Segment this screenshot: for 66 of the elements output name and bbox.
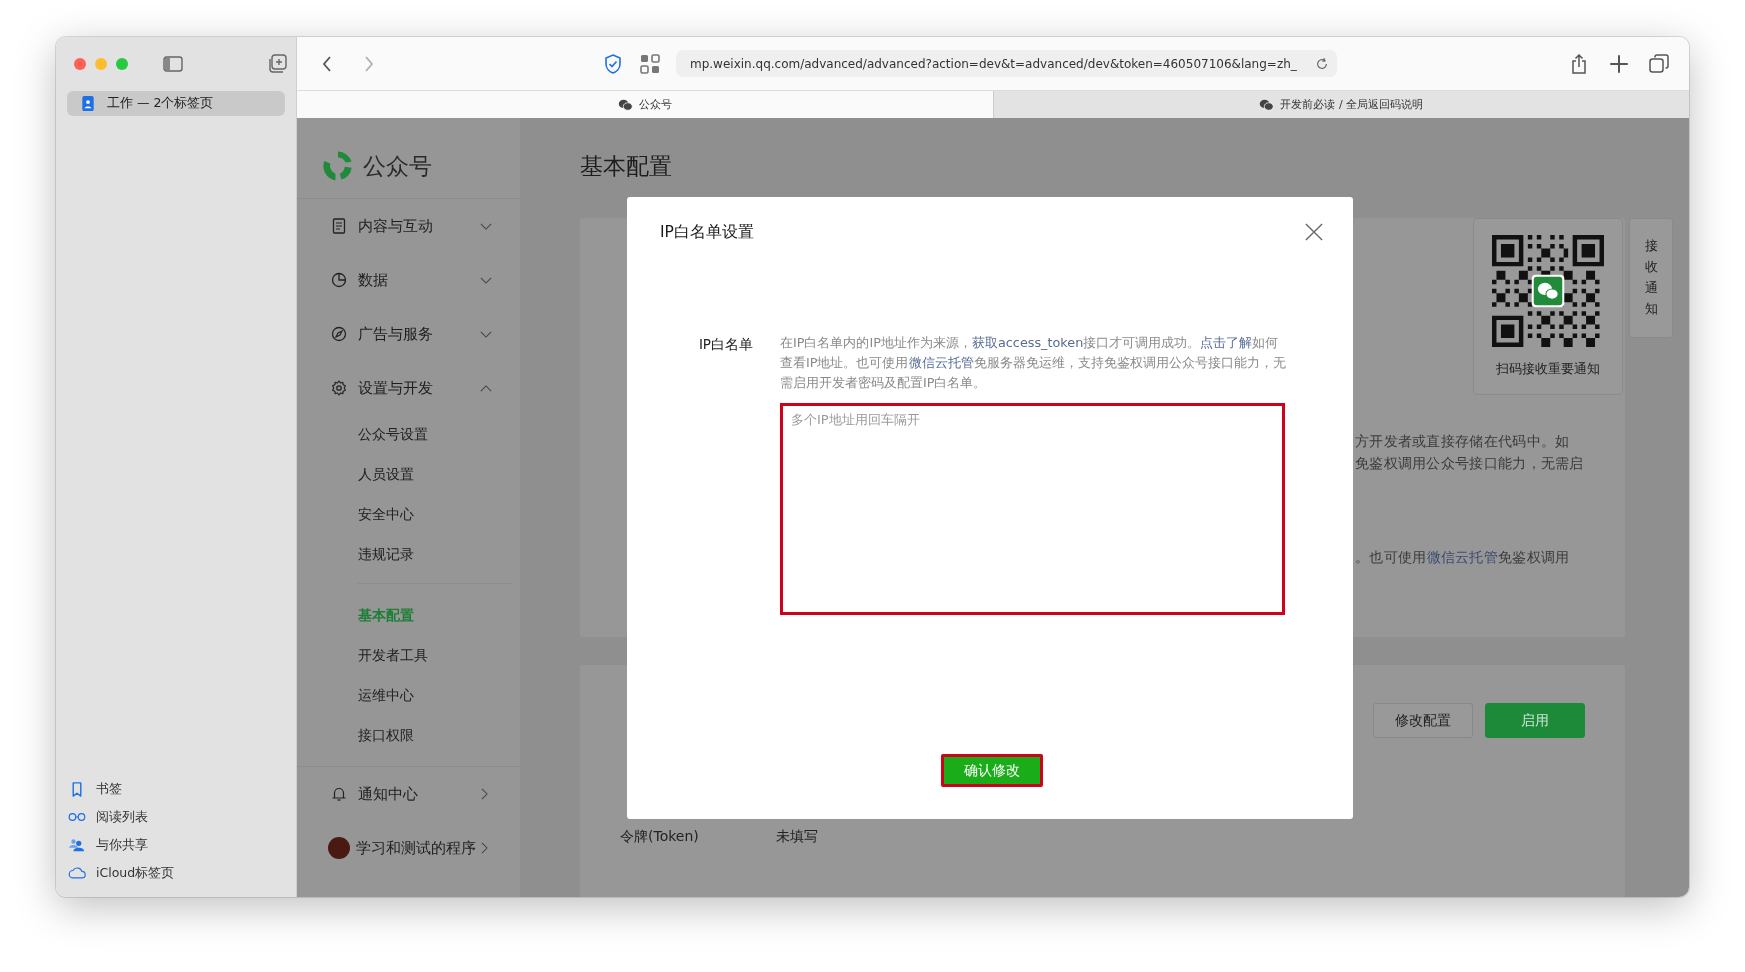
close-icon[interactable] <box>1305 223 1323 241</box>
shield-icon[interactable] <box>603 53 623 74</box>
people-icon <box>68 838 86 852</box>
new-tab-group-icon[interactable] <box>267 53 287 74</box>
link[interactable]: 获取access_token <box>972 335 1084 350</box>
bell-icon <box>331 786 347 802</box>
compass-icon <box>331 326 347 342</box>
page-title: 基本配置 <box>580 152 673 181</box>
link[interactable]: 微信云托管 <box>1426 549 1498 565</box>
sidebar-item[interactable]: 阅读列表 <box>68 803 296 831</box>
nav-item[interactable]: 设置与开发 <box>297 361 520 415</box>
text-line: 。也可使用微信云托管免鉴权调用 <box>1355 548 1571 567</box>
nav-subitem[interactable]: 接口权限 <box>297 716 520 756</box>
browser-tab[interactable]: 开发前必读 / 全局返回码说明 <box>992 91 1689 118</box>
side-tab[interactable]: 接收通知 <box>1629 218 1673 338</box>
nav-item[interactable]: 数据 <box>297 253 520 307</box>
text-line: 免鉴权调用公众号接口能力，无需启 <box>1355 454 1585 473</box>
logo-text: 公众号 <box>363 151 432 181</box>
url-text: mp.weixin.qq.com/advanced/advanced?action=dev&t=advanced/dev&token=460507106&lang=zh_ <box>690 56 1298 71</box>
nav-subitem[interactable]: 开发者工具 <box>297 636 520 676</box>
nav-item[interactable]: 广告与服务 <box>297 307 520 361</box>
nav-subitem[interactable]: 安全中心 <box>297 495 520 535</box>
settings-icon <box>331 380 347 396</box>
tab-group-icon <box>81 95 95 112</box>
qr-caption: 扫码接收重要通知 <box>1496 360 1600 378</box>
share-icon[interactable] <box>1569 53 1589 74</box>
tab-overview-icon[interactable] <box>1649 53 1669 74</box>
document-icon <box>331 218 347 234</box>
enable-button[interactable]: 启用 <box>1485 703 1585 738</box>
field-label: 令牌(Token) <box>620 828 700 846</box>
chat-bubbles-icon <box>617 98 633 111</box>
link[interactable]: 点击了解 <box>1200 335 1253 350</box>
dialog-title: IP白名单设置 <box>660 221 754 243</box>
extension-icon[interactable] <box>640 53 660 74</box>
chevron-right-icon <box>481 788 488 800</box>
field-label: IP白名单 <box>697 335 754 354</box>
pie-chart-icon <box>331 272 347 288</box>
link[interactable]: 微信云托管 <box>908 355 974 370</box>
sidebar-item[interactable]: iCloud标签页 <box>68 859 296 887</box>
glasses-icon <box>68 810 86 824</box>
nav-item[interactable]: 通知中心 <box>297 767 520 821</box>
edit-button[interactable]: 修改配置 <box>1373 703 1473 738</box>
chat-bubbles-icon <box>1259 98 1275 111</box>
nav-subitem[interactable]: 运维中心 <box>297 676 520 716</box>
nav-subitem[interactable]: 人员设置 <box>297 455 520 495</box>
sidebar-item[interactable]: 书签 <box>68 775 296 803</box>
nav-subitem[interactable]: 公众号设置 <box>297 415 520 455</box>
sidebar-item[interactable]: 与你共享 <box>68 831 296 859</box>
nav-item[interactable]: 内容与互动 <box>297 199 520 253</box>
confirm-button[interactable]: 确认修改 <box>940 754 1043 787</box>
nav-subitem[interactable]: 违规记录 <box>297 535 520 575</box>
tab-group-item[interactable]: 工作 — 2个标签页 <box>67 91 285 116</box>
cloud-icon <box>68 866 86 880</box>
nav-item[interactable]: 学习和测试的程序 <box>297 821 520 875</box>
field-value: 未填写 <box>776 828 818 846</box>
text-line: 方开发者或直接存储在代码中。如 <box>1355 432 1571 451</box>
description: 在IP白名单内的IP地址作为来源，获取access_token接口才可调用成功。点击了解如何查看IP地址。也可使用微信云托管免服务器免运维，支持免鉴权调用公众号接口能力，无需启用开发者密码及配置IP白名单。 <box>780 334 1287 392</box>
ip-list-field[interactable]: 多个IP地址用回车隔开 <box>780 403 1285 615</box>
sidebar-toggle-icon[interactable] <box>163 53 183 74</box>
avatar <box>328 837 350 859</box>
reload-icon[interactable] <box>1315 56 1329 71</box>
chevron-right-icon <box>481 842 488 854</box>
close-window-button[interactable] <box>74 57 86 70</box>
browser-tab[interactable]: 公众号 <box>297 91 993 118</box>
new-tab-icon[interactable] <box>1609 53 1629 74</box>
address-field[interactable]: mp.weixin.qq.com/advanced/advanced?action=dev&t=advanced/dev&token=460507106&lang=zh_ <box>676 50 1337 77</box>
